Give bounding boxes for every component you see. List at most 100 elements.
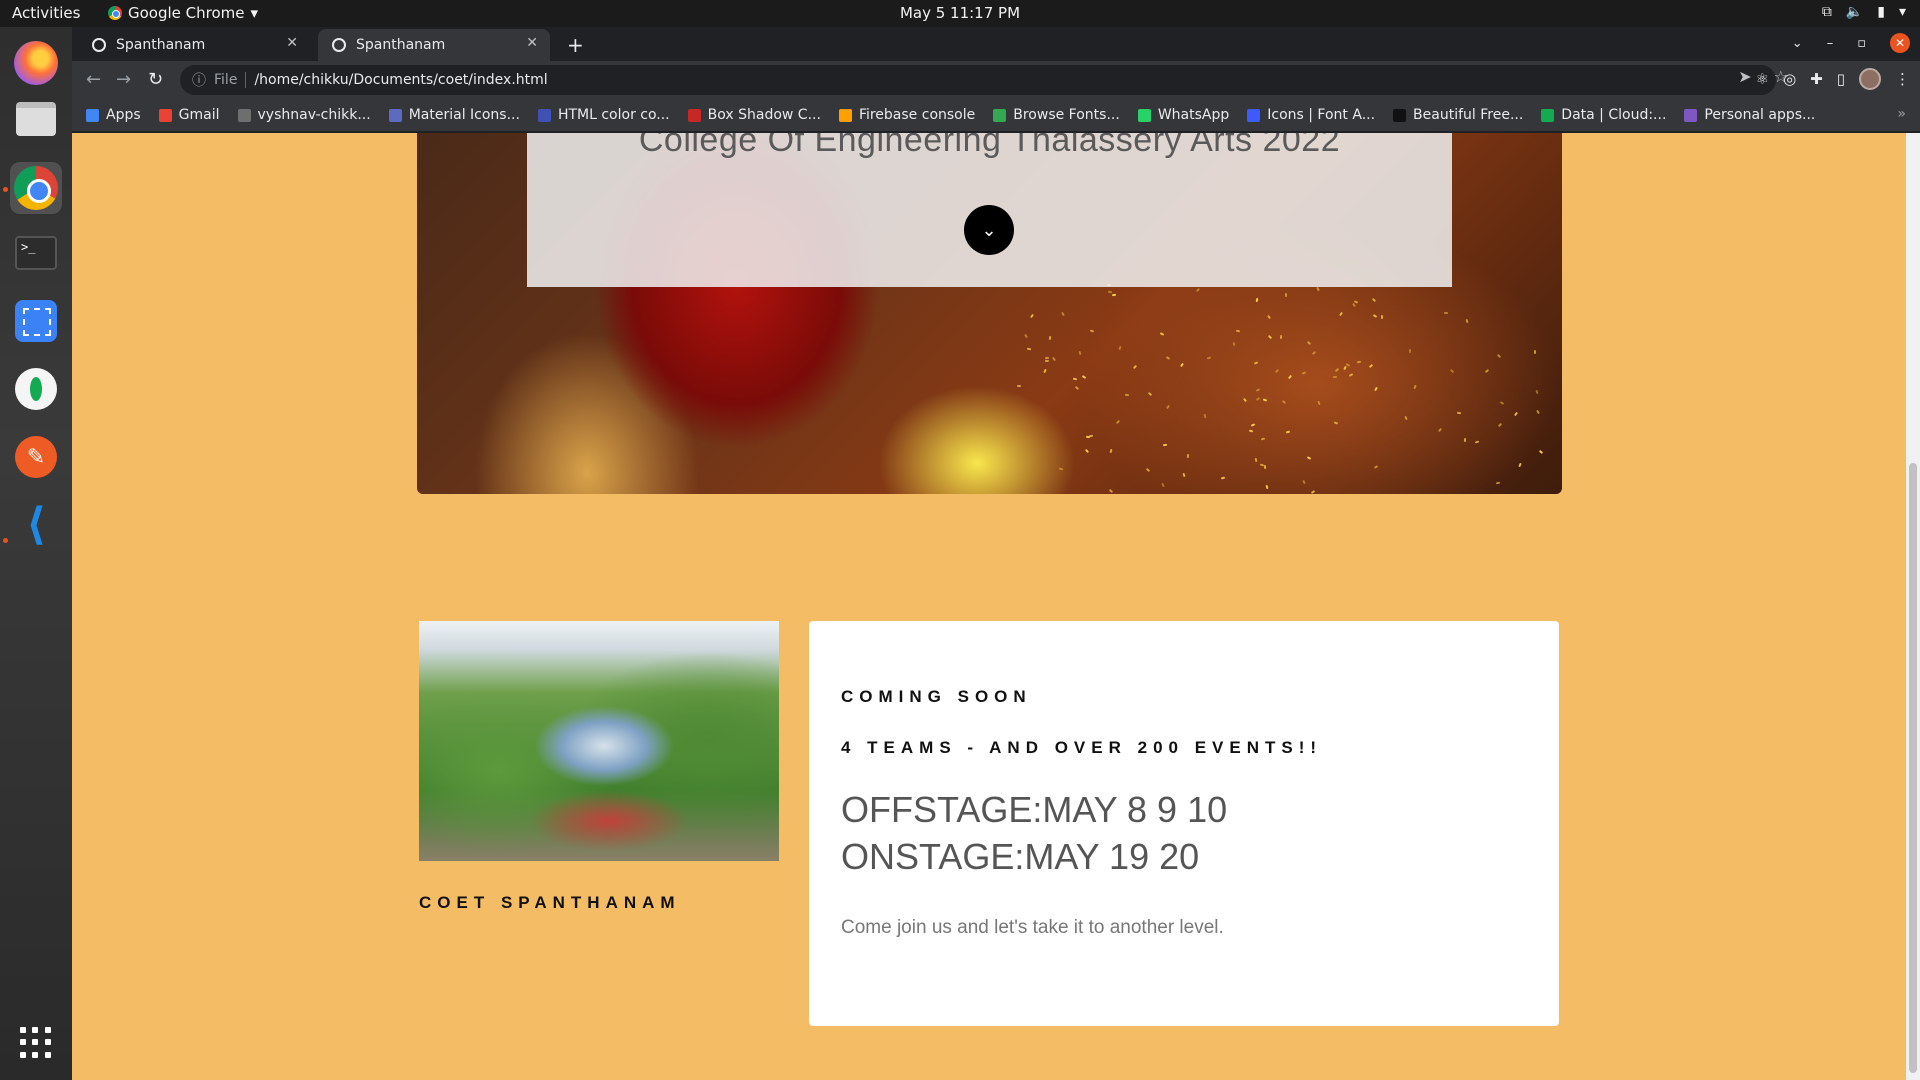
bookmark-label: WhatsApp [1157,107,1230,123]
tab-spanthanam-2[interactable]: Spanthanam ✕ [318,29,550,61]
profile-avatar[interactable] [1859,68,1881,90]
bookmark-label: Firebase console [858,107,976,123]
volume-icon: 🔈 [1845,4,1864,20]
close-icon[interactable]: ✕ [526,35,538,51]
bookmark-item[interactable]: Box Shadow C... [687,107,821,123]
spark [1265,484,1269,490]
scrollbar-thumb[interactable] [1909,463,1917,1073]
campus-aerial-image [419,621,779,861]
bookmark-label: HTML color co... [557,107,670,123]
spark [1456,411,1461,415]
spark [1061,311,1065,317]
tab-title: Spanthanam [116,37,206,53]
spark [1372,314,1377,319]
spark [1306,456,1312,461]
address-bar[interactable]: ⓘ File /home/chikku/Documents/coet/index… [180,65,1776,95]
spark [1159,331,1164,336]
bookmark-favicon-icon [158,108,172,122]
spark [1497,422,1503,428]
app-menu[interactable]: Google Chrome ▾ [108,4,258,22]
browser-window: Spanthanam ✕ Spanthanam ✕ + ⌄ – ▫ ✕ ← → … [72,27,1920,1080]
show-apps-button[interactable] [10,1017,62,1069]
spark [1074,386,1080,391]
spark [1081,375,1087,380]
reload-button[interactable]: ↻ [148,69,163,90]
spark [1496,354,1501,359]
menu-icon[interactable]: ⋮ [1895,70,1910,88]
spark [1044,360,1049,363]
bookmark-item[interactable]: Personal apps... [1684,107,1815,123]
side-panel-icon[interactable]: ▯ [1837,70,1845,88]
window-close-button[interactable]: ✕ [1890,33,1910,53]
spark [1404,415,1408,421]
page-viewport: College Of Engineering Thalassery Arts 2… [72,133,1920,1080]
bookmarks-overflow-button[interactable]: » [1897,106,1906,122]
dock-chrome[interactable] [10,162,62,214]
bookmark-item[interactable]: HTML color co... [537,107,670,123]
spark [1044,356,1049,360]
close-icon[interactable]: ✕ [286,35,298,51]
spark [1256,388,1261,393]
activities-button[interactable]: Activities [12,4,80,22]
spark [1517,462,1522,467]
spark [1301,370,1307,375]
bookmark-item[interactable]: Browse Fonts... [993,107,1120,123]
bookmark-item[interactable]: Beautiful Free... [1393,107,1523,123]
bookmark-item[interactable]: Firebase console [838,107,976,123]
teams-heading: 4 TEAMS - AND OVER 200 EVENTS!! [841,738,1323,757]
tab-spanthanam-1[interactable]: Spanthanam ✕ [78,29,310,61]
clock[interactable]: May 5 11:17 PM [0,4,1920,22]
chevron-double-down-icon: ⌄ [981,219,997,241]
spark [1162,443,1168,447]
mongodb-icon [15,368,57,410]
bookmark-item[interactable]: Icons | Font A... [1247,107,1375,123]
system-tray[interactable]: ⧉ 🔈 ▮ ▾ [1822,4,1906,20]
spark [1281,399,1286,404]
bookmark-label: Icons | Font A... [1267,107,1376,123]
info-icon[interactable]: ⓘ [192,70,206,90]
spark [1463,437,1467,443]
dock-vscode[interactable]: ⟨ [10,499,62,551]
spark [1254,361,1259,365]
spark [1179,362,1184,368]
bookmark-item[interactable]: vyshnav-chikk... [237,107,371,123]
bookmark-item[interactable]: WhatsApp [1137,107,1230,123]
dock-firefox[interactable] [10,37,62,89]
bookmark-label: Personal apps... [1704,107,1816,123]
spark [1108,488,1114,494]
react-devtools-icon[interactable]: ⚛ [1756,70,1769,88]
globe-icon [92,38,106,52]
new-tab-button[interactable]: + [567,33,584,57]
dock-files[interactable] [10,93,62,145]
page-scrollbar[interactable] [1906,133,1920,1080]
maximize-button[interactable]: ▫ [1857,36,1866,51]
back-button[interactable]: ← [86,69,101,90]
bookmark-item[interactable]: Gmail [158,107,220,123]
send-icon[interactable]: ➤ [1738,67,1751,86]
spark [1538,449,1543,454]
url-text[interactable]: /home/chikku/Documents/coet/index.html [254,72,547,88]
dock-mongodb[interactable] [10,363,62,415]
spark [1112,293,1117,296]
scroll-down-button[interactable]: ⌄ [964,205,1014,255]
dock-screenshot[interactable] [10,295,62,347]
spark [1312,351,1317,356]
spark [1533,350,1536,355]
forward-button[interactable]: → [116,69,131,90]
dock-postman[interactable]: ✎ [10,431,62,483]
bookmark-item[interactable]: Data | Cloud:... [1541,107,1666,123]
minimize-button[interactable]: – [1827,36,1834,51]
puzzle-icon[interactable]: ✚ [1810,70,1823,88]
grid-icon [20,1027,52,1059]
tab-search-icon[interactable]: ⌄ [1792,36,1803,51]
spark [1254,457,1258,463]
extension-icon[interactable]: ◎ [1783,70,1796,88]
offstage-dates: OFFSTAGE:MAY 8 9 10 [841,789,1228,830]
spark [1108,290,1113,293]
spark [1346,362,1351,367]
bookmark-favicon-icon [86,108,99,122]
dock-terminal[interactable]: >_ [10,227,62,279]
bookmark-item[interactable]: Material Icons... [388,107,520,123]
spark [1443,311,1448,314]
bookmark-item[interactable]: Apps [86,107,141,123]
